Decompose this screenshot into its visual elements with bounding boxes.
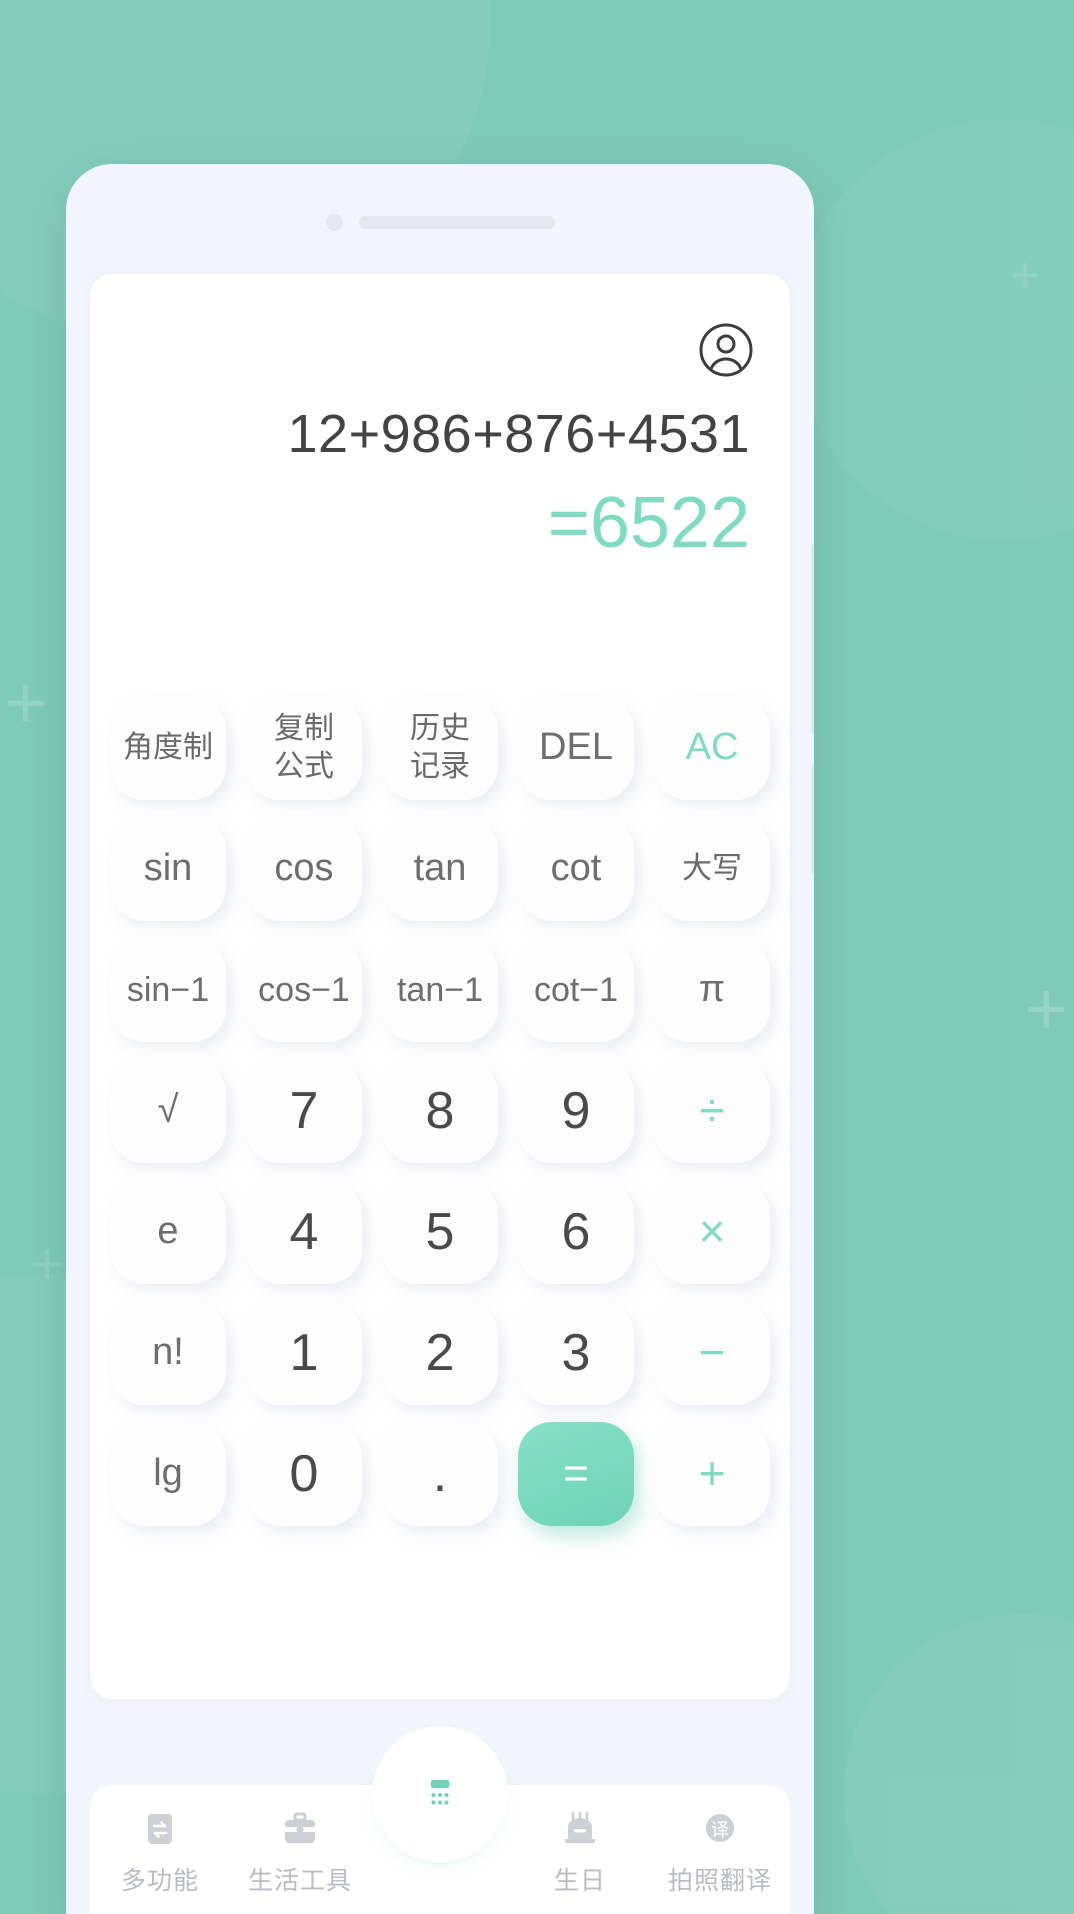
phone-speaker-row (66, 210, 814, 234)
nav-life-tools[interactable]: 生活工具 (230, 1807, 370, 1897)
key-equals[interactable]: = (518, 1422, 634, 1526)
key-tan[interactable]: tan (382, 817, 498, 921)
nav-birthday[interactable]: 生日 (510, 1807, 650, 1897)
background-plus-icon: + (1024, 967, 1068, 1050)
key-3[interactable]: 3 (518, 1301, 634, 1405)
toolbox-icon (280, 1807, 320, 1851)
key-copy-formula[interactable]: 复制 公式 (246, 696, 362, 800)
calculator-app-card: 12+986+876+4531 =6522 角度制 复制 公式 历史 记录 DEL AC… (90, 274, 790, 1699)
keypad-row: n! 1 2 3− (110, 1301, 770, 1405)
app-backdrop: + + + + 12+986+876+4531 =6522 角度制 复制 公式 历史… (0, 0, 1074, 1914)
key-9[interactable]: 9 (518, 1059, 634, 1163)
swap-card-icon (140, 1807, 180, 1851)
keypad-row: lg 0. = + (110, 1422, 770, 1526)
key-cos[interactable]: cos (246, 817, 362, 921)
key-square-root[interactable]: √ (110, 1059, 226, 1163)
keypad-row: 角度制 复制 公式 历史 记录 DEL AC (110, 696, 770, 800)
key-5[interactable]: 5 (382, 1180, 498, 1284)
svg-text:译: 译 (711, 1820, 729, 1841)
phone-volume-button (811, 544, 814, 734)
nav-label: 拍照翻译 (667, 1867, 772, 1895)
background-plus-icon: + (4, 661, 48, 744)
background-plus-icon: + (30, 1232, 64, 1297)
key-0[interactable]: 0 (246, 1422, 362, 1526)
key-all-clear[interactable]: AC (654, 696, 770, 800)
key-divide[interactable]: ÷ (654, 1059, 770, 1163)
key-degree-mode[interactable]: 角度制 (110, 696, 226, 800)
keypad-row: e 4 5 6 × (110, 1180, 770, 1284)
key-6[interactable]: 6 (518, 1180, 634, 1284)
phone-mockup: 12+986+876+4531 =6522 角度制 复制 公式 历史 记录 DEL AC… (66, 164, 814, 1914)
key-delete[interactable]: DEL (518, 696, 634, 800)
key-8[interactable]: 8 (382, 1059, 498, 1163)
key-add[interactable]: + (654, 1422, 770, 1526)
calculator-display: 12+986+876+4531 =6522 (130, 402, 751, 566)
phone-power-button (811, 764, 814, 874)
key-euler[interactable]: e (110, 1180, 226, 1284)
key-7[interactable]: 7 (246, 1059, 362, 1163)
background-blob (794, 120, 1074, 540)
key-subtract[interactable]: − (654, 1301, 770, 1405)
calculator-keypad: 角度制 复制 公式 历史 记录 DEL AC sin cos tan cot 大写 sin−1 cos… (110, 696, 770, 1526)
result-text: =6522 (547, 482, 750, 563)
nav-label: 多功能 (120, 1867, 199, 1895)
birthday-cake-icon (560, 1807, 600, 1851)
key-arcsin[interactable]: sin−1 (110, 938, 226, 1042)
key-1[interactable]: 1 (246, 1301, 362, 1405)
keypad-row: √ 7 8 9 ÷ (110, 1059, 770, 1163)
key-decimal[interactable]: . (382, 1422, 498, 1526)
nav-label: 生日 (553, 1867, 606, 1895)
nav-multifunction[interactable]: 多功能 (90, 1807, 230, 1897)
fab-calculator[interactable] (372, 1726, 508, 1862)
user-circle-icon (699, 323, 753, 377)
translate-icon: 译 (700, 1807, 740, 1851)
earpiece-speaker (358, 215, 555, 229)
key-pi[interactable]: π (654, 938, 770, 1042)
key-factorial[interactable]: n! (110, 1301, 226, 1405)
key-2[interactable]: 2 (382, 1301, 498, 1405)
keypad-row: sin cos tan cot 大写 (110, 817, 770, 921)
nav-photo-translate[interactable]: 译 拍照翻译 (650, 1807, 790, 1897)
front-camera-icon (325, 213, 343, 231)
key-arccos[interactable]: cos−1 (246, 938, 362, 1042)
key-arccot[interactable]: cot−1 (518, 938, 634, 1042)
background-blob (844, 1614, 1074, 1914)
calculator-icon (426, 1775, 454, 1813)
background-plus-icon: + (1010, 247, 1040, 303)
expression-text: 12+986+876+4531 (287, 404, 750, 464)
key-history[interactable]: 历史 记录 (382, 696, 498, 800)
nav-label: 生活工具 (247, 1867, 352, 1895)
key-arctan[interactable]: tan−1 (382, 938, 498, 1042)
key-sin[interactable]: sin (110, 817, 226, 921)
key-multiply[interactable]: × (654, 1180, 770, 1284)
key-cot[interactable]: cot (518, 817, 634, 921)
avatar[interactable] (698, 322, 754, 378)
key-uppercase[interactable]: 大写 (654, 817, 770, 921)
keypad-row: sin−1 cos−1 tan−1 cot−1 π (110, 938, 770, 1042)
key-log10[interactable]: lg (110, 1422, 226, 1526)
key-4[interactable]: 4 (246, 1180, 362, 1284)
